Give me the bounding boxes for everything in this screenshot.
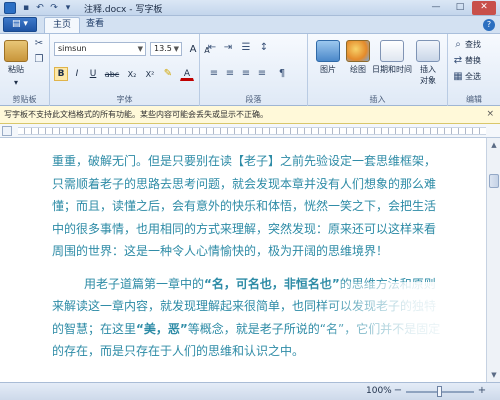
font-group: simsun ▼ 13.5 ▼ A A B I U abc X₂ X² ✎ A … (50, 34, 210, 106)
chevron-down-icon: ▼ (137, 45, 143, 53)
paste-label: 粘贴 (8, 65, 24, 74)
picture-button[interactable]: 图片 (314, 40, 342, 75)
window-title: 注释.docx - 写字板 (84, 5, 163, 15)
paragraph-settings-icon[interactable]: ¶ (276, 68, 288, 80)
font-size-value: 13.5 (154, 44, 172, 53)
decrease-indent-icon[interactable]: ⇤ (206, 42, 218, 54)
maximize-button[interactable]: □ (448, 1, 472, 15)
undo-icon[interactable]: ↶ (34, 2, 46, 14)
close-button[interactable]: ✕ (472, 1, 496, 15)
insert-object-button[interactable]: 插入 对象 (412, 40, 444, 86)
zoom-level: 100% (366, 386, 392, 396)
paint-label: 绘图 (350, 65, 366, 74)
insert-group-label: 插入 (369, 95, 386, 104)
zoom-in-button[interactable]: + (476, 385, 488, 397)
text-run: 重重，破解无门。但是只要别在读【老子】之前先验设定一套思维框架，只需顺着老子的思… (52, 154, 437, 258)
ruler-ticks (24, 128, 480, 134)
text-run: 用老子道篇第一章中的 (84, 276, 205, 291)
insert-group: 图片 绘图 日期和时间 插入 对象 插入 (308, 34, 448, 106)
align-left-icon[interactable]: ≡ (208, 68, 220, 80)
font-size-select[interactable]: 13.5 ▼ (150, 42, 182, 56)
save-icon[interactable]: ▪ (20, 2, 32, 14)
line-spacing-icon[interactable]: ↕ (258, 42, 270, 54)
paragraph-group: ⇤ ⇥ ☰ ↕ ≡ ≡ ≡ ≡ ¶ 段落 (200, 34, 308, 106)
minimize-button[interactable]: — (424, 1, 448, 15)
paragraph-group-label: 段落 (245, 95, 262, 104)
document-paragraph[interactable]: 重重，破解无门。但是只要别在读【老子】之前先验设定一套思维框架，只需顺着老子的思… (52, 150, 444, 263)
help-button[interactable]: ? (483, 19, 495, 31)
align-right-icon[interactable]: ≡ (240, 68, 252, 80)
italic-button[interactable]: I (70, 67, 84, 81)
find-button[interactable]: 查找 (465, 39, 481, 50)
superscript-button[interactable]: X² (142, 67, 158, 81)
object-label-line1: 插入 (420, 65, 436, 74)
picture-label: 图片 (320, 65, 336, 74)
replace-icon: ⇄ (453, 55, 463, 66)
copy-icon[interactable]: ❐ (33, 54, 45, 66)
subscript-button[interactable]: X₂ (124, 67, 140, 81)
paste-dropdown-icon[interactable]: ▾ (14, 78, 18, 87)
wordpad-app-icon[interactable] (4, 2, 16, 14)
object-label-line2: 对象 (420, 76, 436, 85)
title-bar: ▪ ↶ ↷ ▾ 注释.docx - 写字板 — □ ✕ (0, 0, 500, 16)
zoom-slider-thumb[interactable] (437, 386, 442, 397)
chevron-down-icon: ▼ (173, 45, 179, 53)
font-family-select[interactable]: simsun ▼ (54, 42, 146, 56)
ribbon: 粘贴 ▾ ✂ ❐ 剪贴板 simsun ▼ 13.5 ▼ A A B I U a… (0, 33, 500, 106)
compatibility-warning-bar: 写字板不支持此文档格式的所有功能。某些内容可能会丢失或显示不正确。 × (0, 106, 500, 124)
application-menu-button[interactable]: ▤ ▾ (3, 17, 37, 32)
paint-palette-icon (346, 40, 370, 62)
grow-font-button[interactable]: A (186, 42, 200, 56)
scroll-down-icon[interactable]: ▼ (488, 369, 500, 381)
bullet-list-icon[interactable]: ☰ (240, 42, 252, 54)
paint-drawing-button[interactable]: 绘图 (344, 40, 372, 75)
underline-button[interactable]: U (86, 67, 100, 81)
qat-customize-icon[interactable]: ▾ (62, 2, 74, 14)
font-color-button[interactable]: A (180, 67, 194, 81)
ribbon-tab-row: ▤ ▾ 主页 查看 ? (0, 16, 500, 33)
paste-icon (4, 40, 28, 62)
editing-group-label: 编辑 (466, 95, 482, 104)
justify-icon[interactable]: ≡ (256, 68, 268, 80)
status-bar: 100% − + (0, 382, 500, 400)
clipboard-group-label: 剪贴板 (12, 95, 37, 104)
zoom-out-button[interactable]: − (392, 385, 404, 397)
calendar-clock-icon (380, 40, 404, 62)
paste-button[interactable]: 粘贴 (4, 40, 28, 75)
blur-overlay (316, 282, 486, 382)
tab-home[interactable]: 主页 (44, 17, 81, 33)
cut-icon[interactable]: ✂ (33, 38, 45, 50)
replace-button[interactable]: 替换 (465, 55, 481, 66)
document-area[interactable]: 重重，破解无门。但是只要别在读【老子】之前先验设定一套思维框架，只需顺着老子的思… (0, 138, 486, 382)
align-center-icon[interactable]: ≡ (224, 68, 236, 80)
select-all-button[interactable]: 全选 (465, 71, 481, 82)
close-icon[interactable]: × (486, 106, 494, 123)
datetime-button[interactable]: 日期和时间 (372, 40, 412, 75)
ruler (0, 124, 500, 138)
find-icon: ⌕ (455, 39, 461, 50)
tab-view[interactable]: 查看 (78, 17, 112, 33)
redo-icon[interactable]: ↷ (48, 2, 60, 14)
warning-message: 写字板不支持此文档格式的所有功能。某些内容可能会丢失或显示不正确。 (4, 110, 268, 119)
strikethrough-button[interactable]: abc (103, 67, 121, 81)
font-group-label: 字体 (116, 95, 133, 104)
bold-text-run: “美，恶” (136, 321, 188, 336)
font-family-value: simsun (58, 44, 87, 53)
object-icon (416, 40, 440, 62)
picture-icon (316, 40, 340, 62)
datetime-label: 日期和时间 (372, 65, 412, 74)
select-all-icon: ▦ (453, 71, 463, 82)
tab-stop-selector[interactable] (2, 126, 12, 136)
increase-indent-icon[interactable]: ⇥ (222, 42, 234, 54)
editing-group: ⌕ 查找 ⇄ 替换 ▦ 全选 编辑 (448, 34, 500, 106)
scroll-up-icon[interactable]: ▲ (488, 139, 500, 151)
vertical-scrollbar[interactable]: ▲ ▼ (486, 138, 500, 382)
bold-button[interactable]: B (54, 67, 68, 81)
scrollbar-thumb[interactable] (489, 174, 499, 188)
clipboard-group: 粘贴 ▾ ✂ ❐ 剪贴板 (0, 34, 50, 106)
highlight-color-icon[interactable]: ✎ (162, 68, 174, 80)
